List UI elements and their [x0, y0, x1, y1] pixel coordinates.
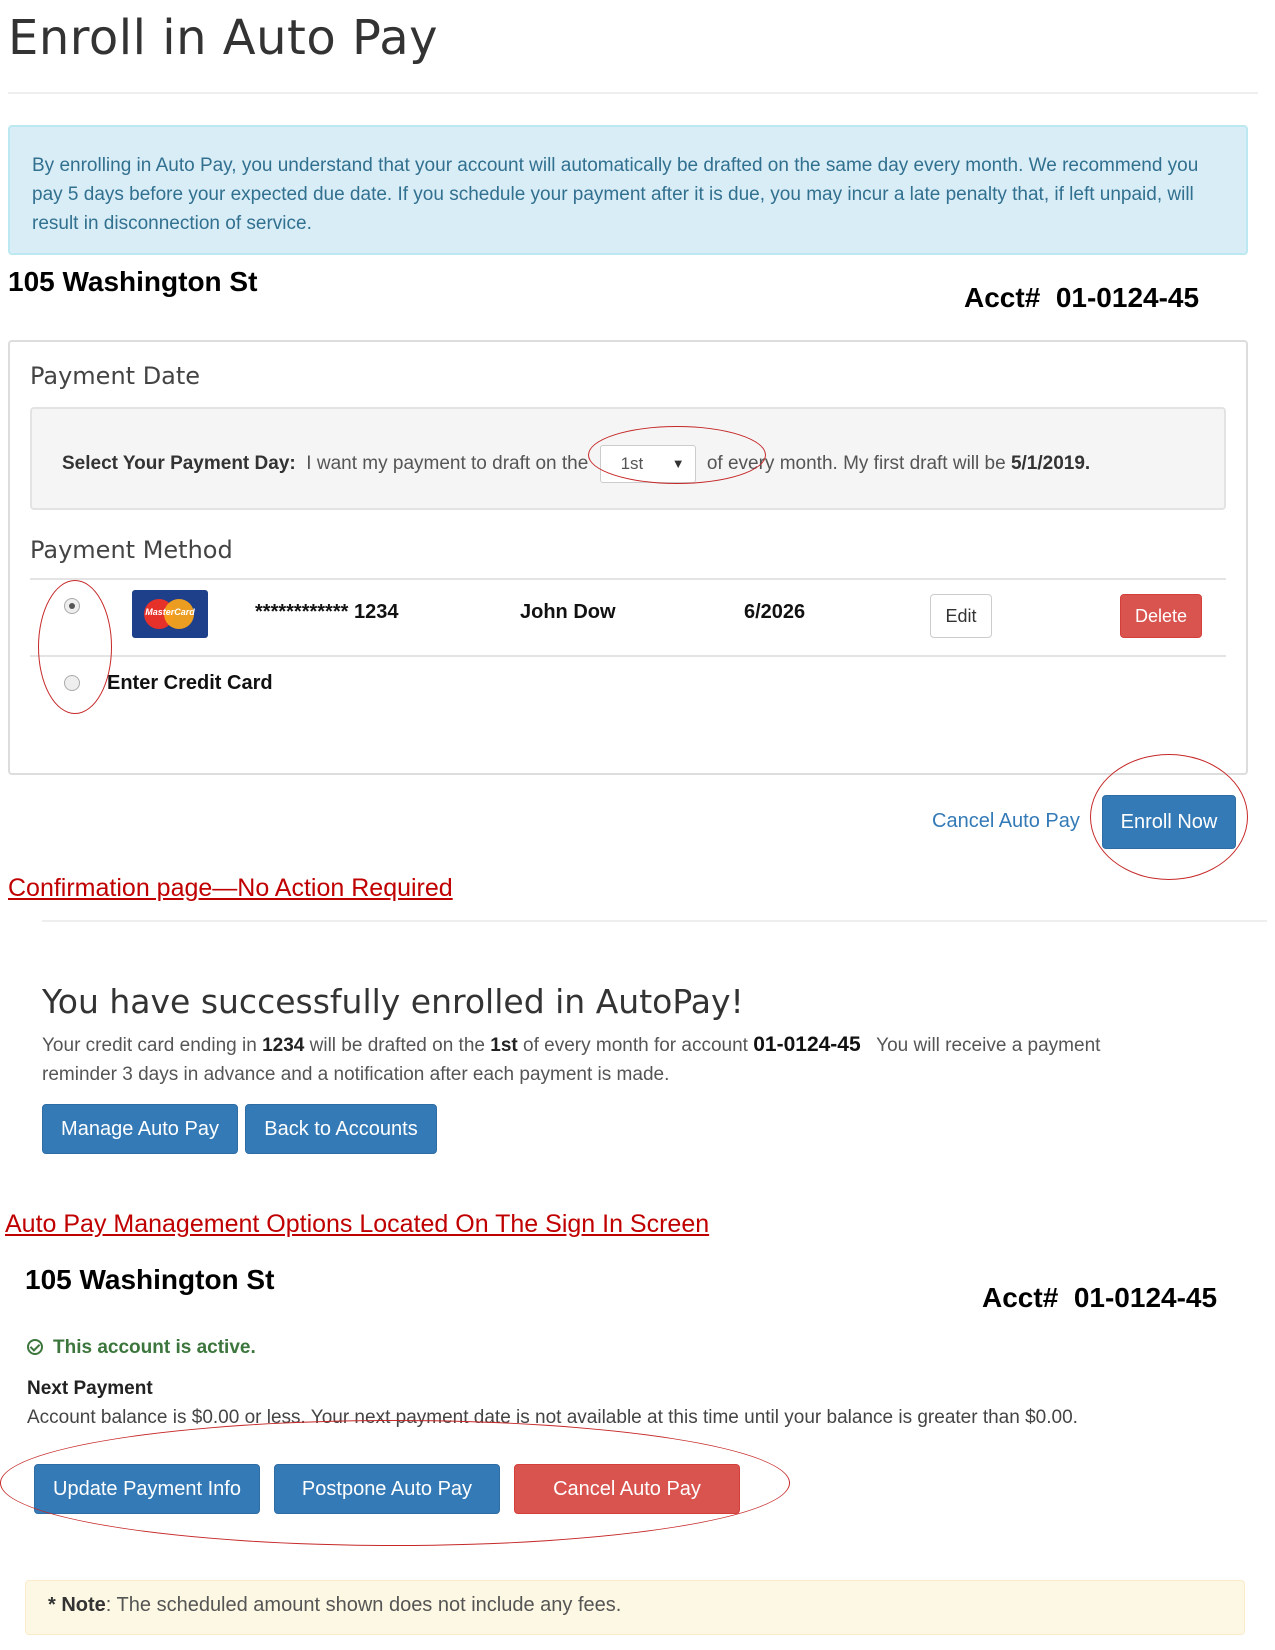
management-account-value: 01-0124-45 — [1073, 1282, 1218, 1313]
next-payment-text: Account balance is $0.00 or less. Your n… — [27, 1407, 1078, 1428]
payment-day-text-before: I want my payment to draft on the — [306, 453, 589, 475]
success-last4: 1234 — [262, 1035, 305, 1056]
fees-note-prefix: * Note — [48, 1594, 106, 1616]
back-to-accounts-button[interactable]: Back to Accounts — [245, 1104, 437, 1154]
success-text-2: will be drafted on the — [309, 1035, 485, 1056]
account-number-value: 01-0124-45 — [1055, 282, 1200, 313]
payment-day-well: Select Your Payment Day: I want my payme… — [30, 407, 1226, 510]
update-payment-info-button[interactable]: Update Payment Info — [34, 1464, 260, 1514]
mastercard-icon: MasterCard — [132, 590, 208, 638]
info-alert-text: By enrolling in Auto Pay, you understand… — [32, 155, 1199, 234]
management-annotation-heading: Auto Pay Management Options Located On T… — [5, 1210, 710, 1238]
confirmation-annotation-heading: Confirmation page—No Action Required — [8, 874, 453, 902]
management-account-label: Acct# — [982, 1282, 1059, 1313]
success-message: Your credit card ending in 1234 will be … — [42, 1030, 1252, 1089]
fees-note: * Note: The scheduled amount shown does … — [25, 1580, 1245, 1635]
payment-day-row: Select Your Payment Day: I want my payme… — [62, 445, 1090, 483]
postpone-auto-pay-button[interactable]: Postpone Auto Pay — [274, 1464, 500, 1514]
account-number-label: Acct# — [964, 282, 1041, 313]
account-address: 105 Washington St — [8, 266, 258, 297]
title-divider — [8, 92, 1258, 94]
success-title: You have successfully enrolled in AutoPa… — [42, 982, 744, 1021]
manage-auto-pay-button[interactable]: Manage Auto Pay — [42, 1104, 238, 1154]
account-status-text: This account is active. — [53, 1337, 256, 1358]
card-holder-name: John Dow — [520, 601, 616, 623]
payment-day-select-value: 1st — [620, 454, 644, 473]
fees-note-text: : The scheduled amount shown does not in… — [105, 1594, 622, 1616]
edit-card-button[interactable]: Edit — [930, 594, 992, 638]
payment-method-divider — [30, 655, 1226, 657]
success-day: 1st — [490, 1035, 518, 1056]
confirmation-divider — [42, 920, 1267, 922]
cancel-auto-pay-link[interactable]: Cancel Auto Pay — [932, 810, 1080, 833]
payment-day-text-after: of every month. My first draft will be — [706, 453, 1006, 475]
delete-card-button[interactable]: Delete — [1120, 594, 1202, 638]
payment-day-select[interactable]: 1st ▼ — [599, 445, 696, 483]
success-text-1: Your credit card ending in — [42, 1035, 257, 1056]
management-address: 105 Washington St — [25, 1264, 275, 1295]
success-text-3: of every month for account — [523, 1035, 748, 1056]
account-number: Acct# 01-0124-45 — [964, 282, 1199, 314]
account-status: This account is active. — [27, 1337, 256, 1359]
enter-card-radio[interactable] — [64, 675, 80, 691]
success-text-4: You will receive a payment — [876, 1035, 1101, 1056]
cancel-auto-pay-button[interactable]: Cancel Auto Pay — [514, 1464, 740, 1514]
info-alert: By enrolling in Auto Pay, you understand… — [8, 125, 1248, 255]
first-draft-date: 5/1/2019. — [1010, 453, 1091, 475]
card-masked-number: ************ 1234 — [255, 601, 399, 623]
payment-method-heading: Payment Method — [30, 536, 233, 564]
success-text-line2: reminder 3 days in advance and a notific… — [42, 1064, 670, 1085]
card-expiry: 6/2026 — [744, 601, 806, 623]
saved-card-radio[interactable] — [64, 598, 80, 614]
management-account-number: Acct# 01-0124-45 — [982, 1282, 1217, 1314]
payment-day-label: Select Your Payment Day: — [62, 453, 296, 475]
next-payment-label: Next Payment — [27, 1378, 153, 1399]
enter-card-label[interactable]: Enter Credit Card — [107, 672, 273, 695]
chevron-down-icon: ▼ — [671, 456, 685, 471]
page-title: Enroll in Auto Pay — [8, 10, 439, 66]
check-circle-icon — [27, 1339, 43, 1355]
success-account: 01-0124-45 — [753, 1033, 861, 1056]
enroll-now-button[interactable]: Enroll Now — [1102, 795, 1236, 849]
payment-date-heading: Payment Date — [30, 362, 201, 390]
payment-method-divider-top — [30, 578, 1226, 580]
